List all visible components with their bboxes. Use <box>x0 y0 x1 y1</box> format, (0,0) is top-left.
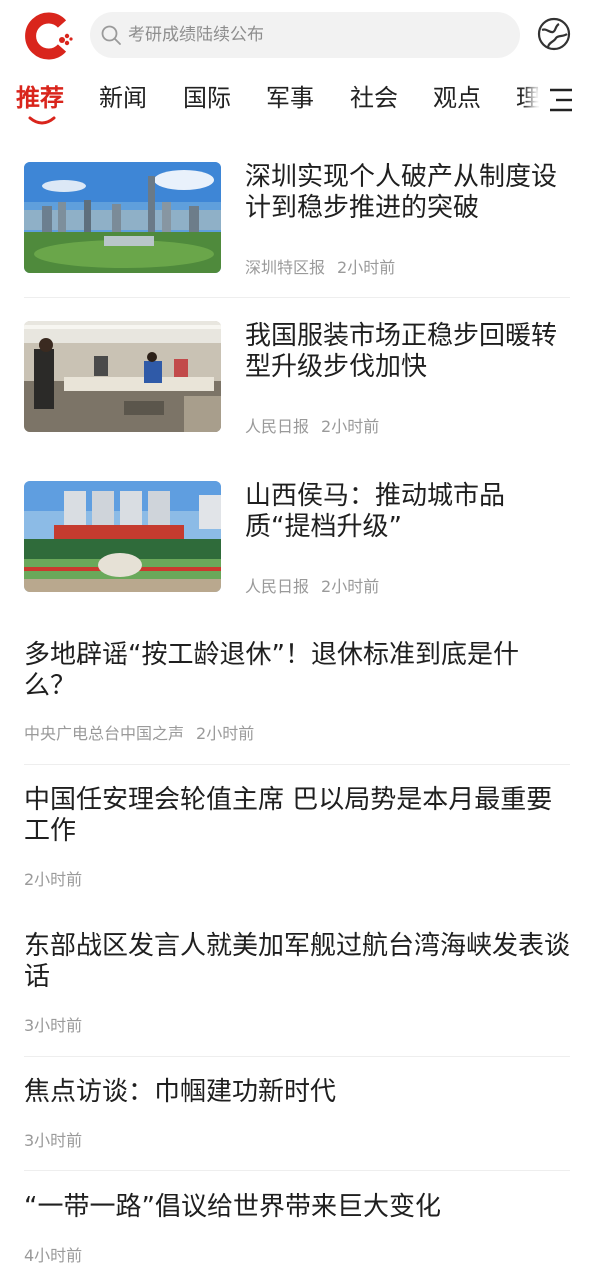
news-time: 4小时前 <box>24 1246 83 1265</box>
divider <box>24 764 570 765</box>
news-time: 3小时前 <box>24 1016 83 1035</box>
news-title[interactable]: “一带一路”倡议给世界带来巨大变化 <box>24 1192 570 1223</box>
news-item[interactable]: 焦点访谈：巾帼建功新时代 3小时前 <box>24 1077 570 1152</box>
news-time: 3小时前 <box>24 1131 83 1150</box>
news-item[interactable]: 东部战区发言人就美加军舰过航台湾海峡发表谈话 3小时前 <box>24 931 570 1036</box>
news-title[interactable]: 中国任安理会轮值主席 巴以局势是本月最重要工作 <box>24 785 570 847</box>
news-source: 人民日报 <box>245 417 310 436</box>
globe-icon[interactable] <box>536 16 572 52</box>
divider <box>24 297 570 298</box>
search-icon <box>101 25 121 45</box>
news-title[interactable]: 多地辟谣“按工龄退休”！退休标准到底是什么？ <box>24 640 570 702</box>
news-time: 2小时前 <box>196 724 255 743</box>
news-title[interactable]: 东部战区发言人就美加军舰过航台湾海峡发表谈话 <box>24 931 570 993</box>
news-title[interactable]: 深圳实现个人破产从制度设计到稳步推进的突破 <box>245 162 570 224</box>
news-source: 深圳特区报 <box>245 258 326 277</box>
news-item[interactable]: 我国服装市场正稳步回暖转型升级步伐加快 人民日报 2小时前 <box>24 321 570 436</box>
news-meta: 中央广电总台中国之声 2小时前 <box>24 720 266 744</box>
category-tabs: 推荐 新闻 国际 军事 社会 观点 理 <box>0 72 594 128</box>
tab-opinion[interactable]: 观点 <box>433 78 481 113</box>
tab-partial[interactable]: 理 <box>516 78 540 113</box>
news-meta: 4小时前 <box>24 1242 94 1266</box>
tab-military[interactable]: 军事 <box>266 78 314 113</box>
news-time: 2小时前 <box>24 870 83 889</box>
news-item[interactable]: 中国任安理会轮值主席 巴以局势是本月最重要工作 2小时前 <box>24 785 570 890</box>
tab-international[interactable]: 国际 <box>183 78 231 113</box>
search-placeholder: 考研成绩陆续公布 <box>128 25 264 45</box>
news-item[interactable]: “一带一路”倡议给世界带来巨大变化 4小时前 <box>24 1192 570 1267</box>
divider <box>24 1056 570 1057</box>
menu-icon <box>550 88 572 112</box>
news-item[interactable]: 多地辟谣“按工龄退休”！退休标准到底是什么？ 中央广电总台中国之声 2小时前 <box>24 640 570 745</box>
news-meta: 深圳特区报 2小时前 <box>245 254 407 278</box>
city-skyline-thumbnail <box>24 162 221 273</box>
divider <box>24 1170 570 1171</box>
app-logo-icon[interactable] <box>22 10 74 62</box>
tab-recommend[interactable]: 推荐 <box>16 78 64 113</box>
news-meta: 人民日报 2小时前 <box>245 413 391 437</box>
news-meta: 2小时前 <box>24 866 94 890</box>
news-meta: 3小时前 <box>24 1127 94 1151</box>
news-source: 中央广电总台中国之声 <box>24 724 185 743</box>
news-title[interactable]: 山西侯马：推动城市品质“提档升级” <box>245 481 570 543</box>
news-time: 2小时前 <box>337 258 396 277</box>
news-source: 人民日报 <box>245 577 310 596</box>
top-bar: 考研成绩陆续公布 <box>0 0 594 72</box>
news-item[interactable]: 山西侯马：推动城市品质“提档升级” 人民日报 2小时前 <box>24 481 570 596</box>
tab-society[interactable]: 社会 <box>350 78 398 113</box>
garment-factory-thumbnail <box>24 321 221 432</box>
news-item[interactable]: 深圳实现个人破产从制度设计到稳步推进的突破 深圳特区报 2小时前 <box>24 162 570 277</box>
news-meta: 3小时前 <box>24 1012 94 1036</box>
search-bar[interactable]: 考研成绩陆续公布 <box>90 12 520 58</box>
news-title[interactable]: 焦点访谈：巾帼建功新时代 <box>24 1077 570 1108</box>
news-title[interactable]: 我国服装市场正稳步回暖转型升级步伐加快 <box>245 321 570 383</box>
news-time: 2小时前 <box>321 577 380 596</box>
city-plaza-thumbnail <box>24 481 221 592</box>
news-time: 2小时前 <box>321 417 380 436</box>
tab-news[interactable]: 新闻 <box>99 78 147 113</box>
news-meta: 人民日报 2小时前 <box>245 573 391 597</box>
channel-menu-button[interactable] <box>540 82 580 118</box>
active-tab-indicator <box>28 116 56 125</box>
